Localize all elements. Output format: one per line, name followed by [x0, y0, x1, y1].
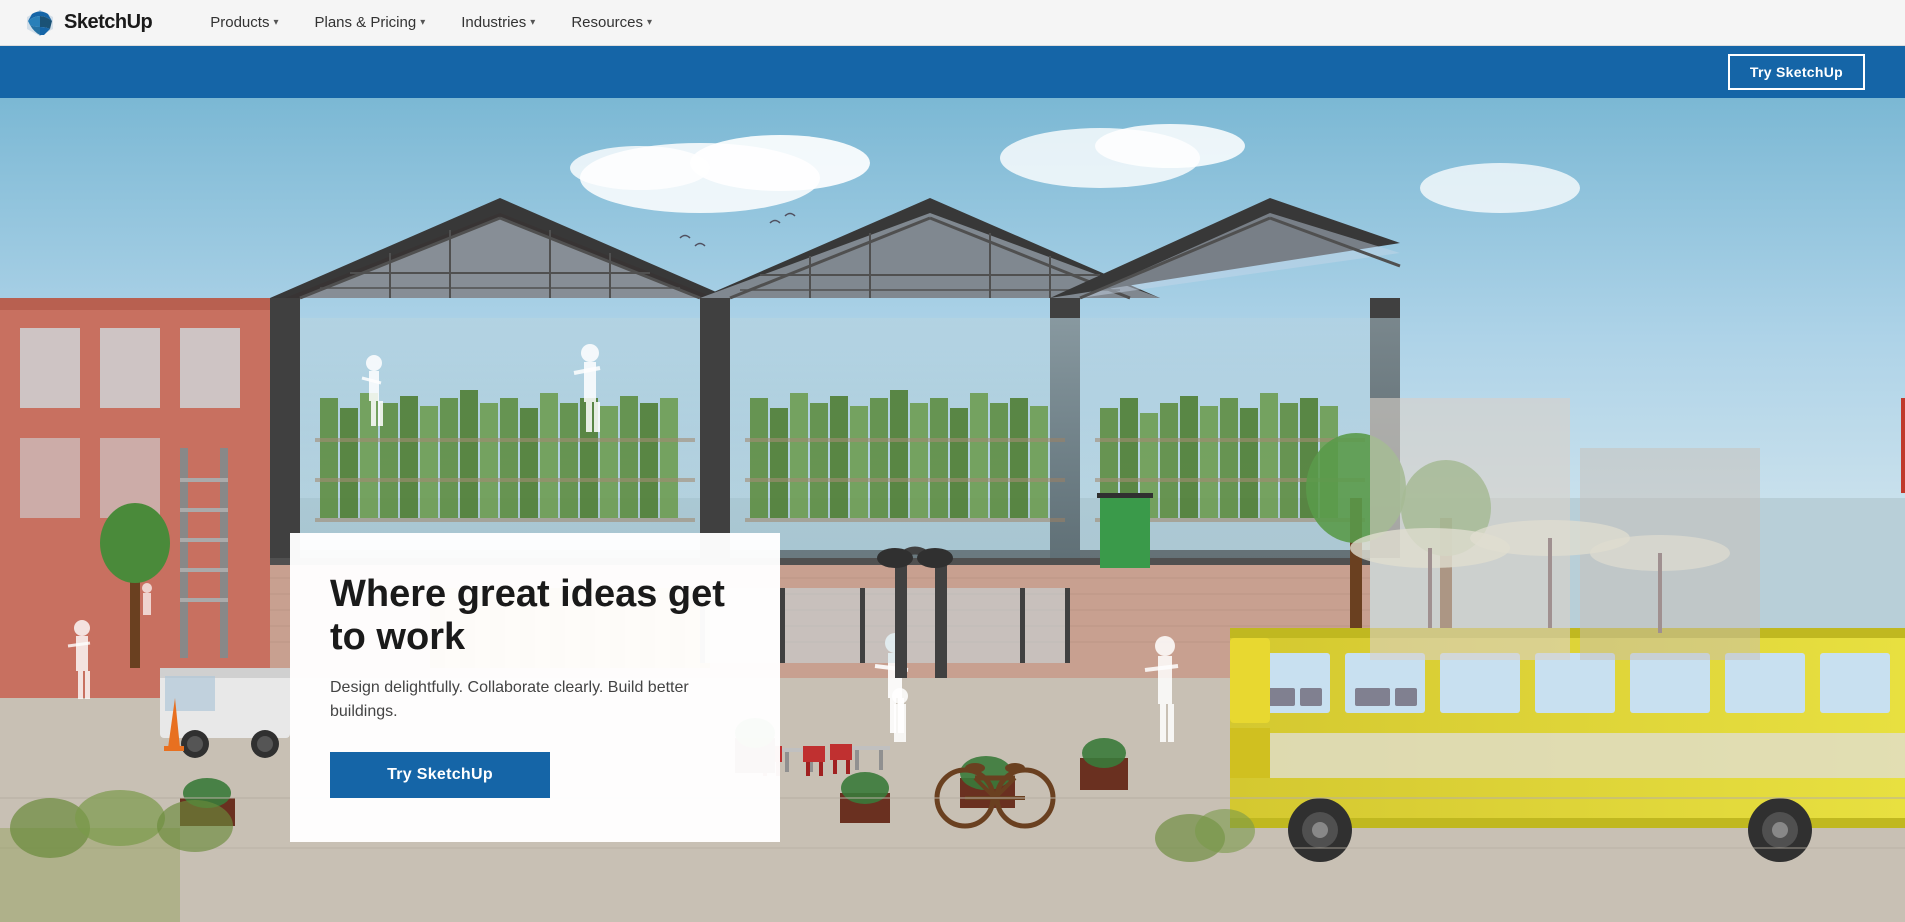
hero-title: Where great ideas get to work — [330, 573, 740, 660]
navbar: SketchUp Products ▾ Plans & Pricing ▾ In… — [0, 0, 1905, 46]
try-sketchup-header-button[interactable]: Try SketchUp — [1728, 54, 1865, 90]
blue-bar: Try SketchUp — [0, 46, 1905, 98]
chevron-down-icon: ▾ — [530, 17, 535, 28]
nav-resources[interactable]: Resources ▾ — [553, 0, 670, 46]
chevron-down-icon: ▾ — [647, 17, 652, 28]
need-help-tab[interactable]: Need Help? — [1901, 398, 1905, 493]
try-sketchup-hero-button[interactable]: Try SketchUp — [330, 752, 550, 798]
hero-card: Where great ideas get to work Design del… — [290, 533, 780, 842]
nav-products[interactable]: Products ▾ — [192, 0, 296, 46]
nav-plans-pricing[interactable]: Plans & Pricing ▾ — [296, 0, 443, 46]
chevron-down-icon: ▾ — [420, 17, 425, 28]
logo[interactable]: SketchUp — [24, 7, 152, 39]
nav-industries[interactable]: Industries ▾ — [443, 0, 553, 46]
sketchup-logo-icon — [24, 7, 56, 39]
hero-section: Where great ideas get to work Design del… — [0, 98, 1905, 922]
hero-subtitle: Design delightfully. Collaborate clearly… — [330, 676, 740, 724]
chevron-down-icon: ▾ — [273, 17, 278, 28]
brand-name: SketchUp — [64, 11, 152, 34]
nav-items: Products ▾ Plans & Pricing ▾ Industries … — [192, 0, 670, 46]
hero-illustration — [0, 98, 1905, 922]
